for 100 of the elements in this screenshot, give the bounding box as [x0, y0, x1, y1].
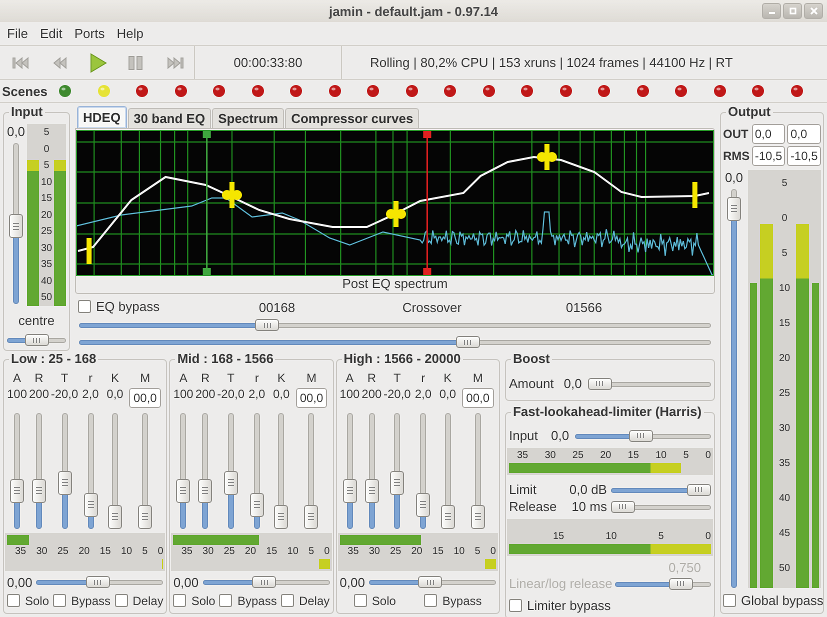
menu-item[interactable]: Help: [110, 26, 150, 41]
slider-handle[interactable]: [727, 196, 741, 220]
vertical-slider[interactable]: [9, 143, 23, 304]
slider-handle[interactable]: [224, 470, 238, 495]
scene-light[interactable]: [714, 85, 726, 97]
scene-light[interactable]: [136, 85, 148, 97]
scene-light[interactable]: [290, 85, 302, 97]
vertical-slider[interactable]: [364, 413, 379, 528]
slider-handle[interactable]: [252, 576, 276, 588]
checkbox[interactable]: EQ bypass: [78, 298, 160, 314]
slider-handle[interactable]: [108, 504, 122, 528]
slider[interactable]: [610, 482, 711, 496]
checkbox[interactable]: Limiter bypass: [508, 598, 611, 613]
vertical-slider[interactable]: [84, 413, 98, 528]
eq-handle[interactable]: [86, 238, 92, 264]
slider-handle[interactable]: [176, 478, 190, 503]
slider-handle[interactable]: [198, 478, 212, 503]
value-field[interactable]: 0,0: [787, 124, 821, 144]
scene-light[interactable]: [521, 85, 533, 97]
eq-handle[interactable]: [536, 144, 558, 170]
slider[interactable]: [610, 500, 711, 514]
slider-handle[interactable]: [84, 492, 98, 517]
slider-handle[interactable]: [588, 378, 612, 390]
checkbox[interactable]: Solo: [173, 594, 216, 608]
vertical-slider[interactable]: [390, 413, 404, 528]
slider[interactable]: [36, 575, 164, 589]
tab[interactable]: Spectrum: [212, 108, 284, 128]
slider-handle[interactable]: [416, 492, 430, 517]
menu-item[interactable]: Edit: [34, 26, 68, 41]
slider-handle[interactable]: [255, 319, 280, 331]
checkbox[interactable]: Global bypass: [723, 593, 824, 608]
scene-light[interactable]: [174, 85, 186, 97]
checkbox[interactable]: Bypass: [424, 594, 482, 608]
slider[interactable]: [7, 333, 66, 347]
checkbox[interactable]: Bypass: [219, 594, 277, 608]
eq-handle[interactable]: [692, 182, 698, 208]
checkbox[interactable]: Solo: [354, 594, 396, 608]
slider-handle[interactable]: [342, 478, 357, 503]
maximize-button[interactable]: [783, 3, 802, 19]
input-field[interactable]: 00,0: [129, 388, 161, 408]
scene-light[interactable]: [59, 85, 71, 97]
input-field[interactable]: 00,0: [296, 388, 328, 408]
slider[interactable]: [79, 335, 711, 349]
close-button[interactable]: [804, 3, 823, 19]
scene-light[interactable]: [367, 85, 379, 97]
slider-handle[interactable]: [86, 576, 110, 588]
slider-handle[interactable]: [686, 484, 711, 496]
vertical-slider[interactable]: [440, 413, 455, 528]
slider-handle[interactable]: [304, 504, 318, 528]
checkbox[interactable]: Delay: [280, 594, 330, 608]
scene-light[interactable]: [213, 85, 225, 97]
vertical-slider[interactable]: [274, 413, 288, 528]
slider-handle[interactable]: [628, 430, 653, 442]
slider-handle[interactable]: [418, 576, 442, 588]
vertical-slider[interactable]: [727, 189, 741, 588]
scene-light[interactable]: [675, 85, 687, 97]
slider[interactable]: [588, 376, 711, 390]
input-field[interactable]: 00,0: [462, 388, 494, 408]
scene-light[interactable]: [252, 85, 264, 97]
vertical-slider[interactable]: [342, 413, 357, 528]
slider-handle[interactable]: [9, 214, 23, 238]
slider-handle[interactable]: [250, 492, 264, 517]
slider-handle[interactable]: [440, 504, 455, 528]
vertical-slider[interactable]: [198, 413, 212, 528]
value-field[interactable]: -10,5: [752, 146, 786, 166]
slider[interactable]: [79, 318, 711, 332]
vertical-slider[interactable]: [470, 413, 485, 528]
vertical-slider[interactable]: [250, 413, 264, 528]
vertical-slider[interactable]: [176, 413, 190, 528]
menu-item[interactable]: Ports: [68, 26, 111, 41]
value-field[interactable]: 0,0: [752, 124, 786, 144]
scene-light[interactable]: [790, 85, 802, 97]
scene-light[interactable]: [444, 85, 456, 97]
crossover-marker[interactable]: [202, 130, 211, 276]
vertical-slider[interactable]: [58, 413, 72, 528]
eq-handle[interactable]: [222, 182, 242, 208]
slider-handle[interactable]: [10, 478, 24, 503]
crossover-marker[interactable]: [423, 130, 432, 276]
slider-handle[interactable]: [24, 334, 48, 346]
slider[interactable]: [574, 428, 711, 442]
vertical-slider[interactable]: [416, 413, 430, 528]
vertical-slider[interactable]: [304, 413, 318, 528]
slider-handle[interactable]: [470, 504, 485, 528]
scene-light[interactable]: [598, 85, 610, 97]
tab[interactable]: 30 band EQ: [128, 108, 212, 128]
scene-light[interactable]: [406, 85, 418, 97]
vertical-slider[interactable]: [10, 413, 24, 528]
slider-handle[interactable]: [32, 478, 46, 503]
minimize-button[interactable]: [762, 3, 781, 19]
slider-handle[interactable]: [610, 500, 635, 512]
slider-handle[interactable]: [456, 336, 480, 348]
vertical-slider[interactable]: [224, 413, 238, 528]
slider[interactable]: [614, 576, 711, 590]
vertical-slider[interactable]: [32, 413, 46, 528]
slider-handle[interactable]: [274, 504, 288, 528]
slider-handle[interactable]: [364, 478, 379, 503]
value-field[interactable]: -10,5: [787, 146, 821, 166]
slider-handle[interactable]: [390, 470, 404, 495]
scene-light[interactable]: [752, 85, 764, 97]
scene-light[interactable]: [636, 85, 648, 97]
